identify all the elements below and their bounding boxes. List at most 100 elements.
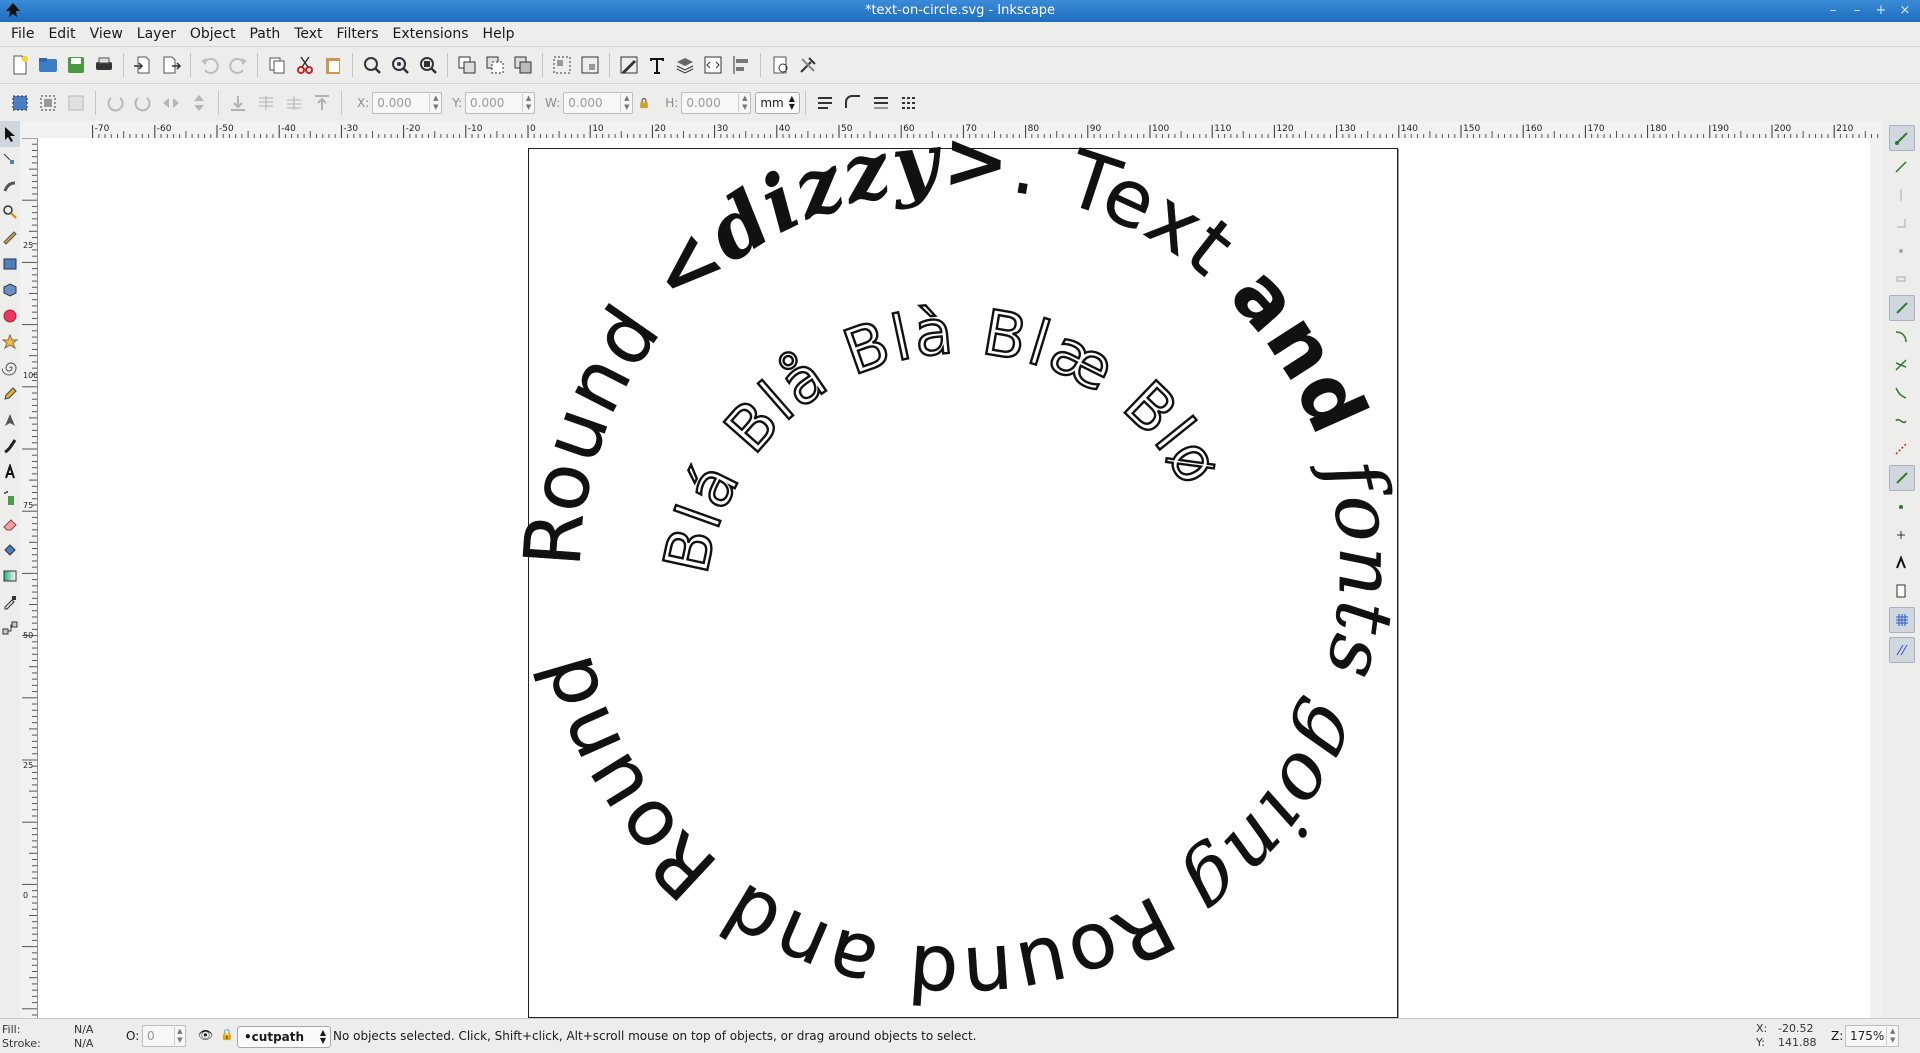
fill-stroke-button[interactable] [615,51,643,79]
snap-bbox-corner-button[interactable] [1889,211,1913,235]
snap-intersections-button[interactable] [1889,353,1913,377]
vertical-ruler[interactable]: 25 100 75 50 25 0 [20,138,38,1018]
spin-arrows-icon[interactable]: ▲ ▼ [429,93,441,112]
menu-object[interactable]: Object [183,22,243,46]
selector-tool[interactable] [0,121,20,147]
window-maximize-button[interactable]: + [1872,2,1890,20]
tweak-tool[interactable] [0,173,20,199]
spiral-tool[interactable] [0,355,20,381]
copy-button[interactable] [263,51,291,79]
menu-extensions[interactable]: Extensions [386,22,476,46]
export-button[interactable] [157,51,185,79]
print-button[interactable] [90,51,118,79]
lower-button[interactable] [252,89,280,117]
text-tool[interactable] [0,459,20,485]
calligraphy-tool[interactable] [0,433,20,459]
snap-bbox-center-button[interactable] [1889,267,1913,291]
raise-to-top-button[interactable] [308,89,336,117]
window-shade-button[interactable]: – [1824,2,1842,20]
unlink-clone-button[interactable] [509,51,537,79]
text-font-button[interactable] [643,51,671,79]
snap-guides-button[interactable] [1889,637,1915,663]
scale-corners-button[interactable] [839,89,867,117]
artwork[interactable]: Round <dizzy>. Text and fonts going Roun… [38,138,1882,1018]
layer-visibility-eye-icon[interactable]: 👁 [198,1028,213,1042]
zoom-drawing-button[interactable] [386,51,414,79]
gradient-tool[interactable] [0,563,20,589]
rotate-ccw-button[interactable] [101,89,129,117]
pencil-tool[interactable] [0,381,20,407]
fill-value[interactable]: N/A [74,1023,93,1036]
group-button[interactable] [548,51,576,79]
menu-edit[interactable]: Edit [41,22,82,46]
deselect-button[interactable] [62,89,90,117]
horizontal-ruler[interactable]: -70 -60 -50 -40 -30 -20 -10 0 10 20 30 40 50 60 70 80 90… [38,121,1882,139]
outer-text[interactable]: Round <dizzy>. Text and fonts going Roun… [508,138,1411,1018]
transform-gradients-button[interactable] [867,89,895,117]
raise-button[interactable] [280,89,308,117]
rectangle-tool[interactable] [0,251,20,277]
window-close-button[interactable]: × [1896,2,1914,20]
menu-layer[interactable]: Layer [130,22,183,46]
duplicate-button[interactable] [453,51,481,79]
cut-button[interactable] [291,51,319,79]
ungroup-button[interactable] [576,51,604,79]
3d-box-tool[interactable] [0,277,20,303]
rotate-cw-button[interactable] [129,89,157,117]
xml-editor-button[interactable] [699,51,727,79]
vertical-scrollbar[interactable] [1870,138,1882,1018]
opacity-spinbox[interactable]: 0 ▲ ▼ [142,1025,186,1047]
unit-select[interactable]: mm ▲ ▼ [755,91,800,114]
import-button[interactable] [129,51,157,79]
zoom-spinbox[interactable]: 175% ▲ ▼ [1845,1025,1899,1047]
layers-button[interactable] [671,51,699,79]
snap-nodes-button[interactable] [1889,295,1915,321]
measure-tool[interactable] [0,225,20,251]
zoom-selection-button[interactable] [358,51,386,79]
drawing-canvas[interactable]: Round <dizzy>. Text and fonts going Roun… [38,138,1882,1018]
w-spinbox[interactable]: 0.000 ▲ ▼ [563,91,634,114]
y-spinbox[interactable]: 0.000 ▲ ▼ [465,91,536,114]
paste-button[interactable] [319,51,347,79]
spin-arrows-icon[interactable]: ▲ ▼ [620,93,632,112]
menu-filters[interactable]: Filters [330,22,386,46]
menu-help[interactable]: Help [476,22,522,46]
snap-rotation-center-button[interactable] [1889,523,1913,547]
menu-path[interactable]: Path [242,22,287,46]
select-all-layers-button[interactable] [34,89,62,117]
open-button[interactable] [34,51,62,79]
snap-text-baseline-button[interactable] [1889,551,1913,575]
snap-cusp-button[interactable] [1889,381,1913,405]
layer-lock-icon[interactable]: 🔒 [220,1028,234,1041]
ellipse-tool[interactable] [0,303,20,329]
spin-arrows-icon[interactable]: ▲ ▼ [173,1027,185,1045]
undo-button[interactable] [196,51,224,79]
pen-tool[interactable] [0,407,20,433]
x-spinbox[interactable]: 0.000 ▲ ▼ [372,91,443,114]
eraser-tool[interactable] [0,511,20,537]
menu-view[interactable]: View [83,22,130,46]
menu-file[interactable]: File [4,22,41,46]
snap-paths-button[interactable] [1889,325,1913,349]
h-spinbox[interactable]: 0.000 ▲ ▼ [681,91,752,114]
snap-bbox-edge-button[interactable] [1889,183,1913,207]
select-all-button[interactable] [6,89,34,117]
save-button[interactable] [62,51,90,79]
window-minimize-button[interactable]: – [1848,2,1866,20]
zoom-tool[interactable] [0,199,20,225]
menu-text[interactable]: Text [287,22,329,46]
paint-bucket-tool[interactable] [0,537,20,563]
spin-arrows-icon[interactable]: ▲ ▼ [522,93,534,112]
dropper-tool[interactable] [0,589,20,615]
lower-to-bottom-button[interactable] [224,89,252,117]
snap-smooth-button[interactable] [1889,409,1913,433]
connector-tool[interactable] [0,615,20,641]
flip-vertical-button[interactable] [185,89,213,117]
document-properties-button[interactable] [766,51,794,79]
flip-horizontal-button[interactable] [157,89,185,117]
zoom-page-button[interactable] [414,51,442,79]
redo-button[interactable] [224,51,252,79]
spin-arrows-icon[interactable]: ▲ ▼ [738,93,750,112]
snap-midpoints-button[interactable] [1889,437,1913,461]
inner-text[interactable]: Blá Blå Blà Blæ Blø [648,293,1236,580]
